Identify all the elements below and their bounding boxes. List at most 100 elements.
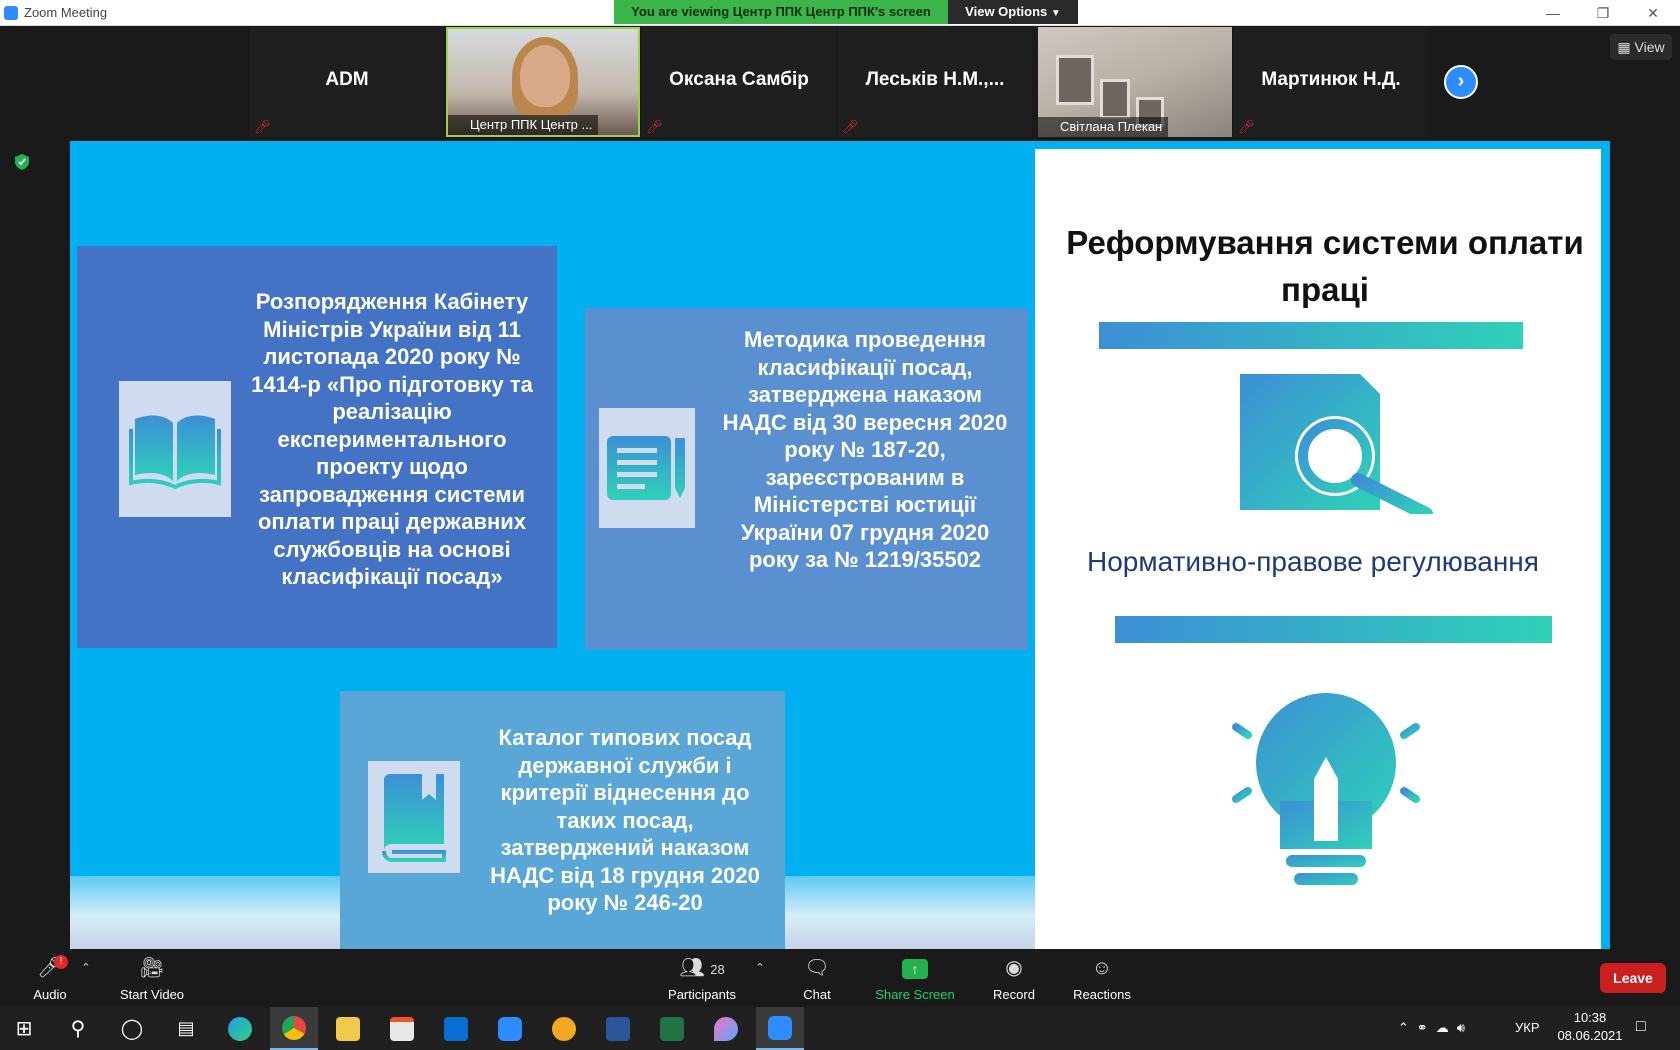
clock[interactable]: 10:38 08.06.2021 bbox=[1550, 1010, 1630, 1043]
share-screen-button[interactable]: ↑ Share Screen bbox=[872, 955, 958, 1002]
wall-frame bbox=[1100, 79, 1130, 119]
chevron-right-icon[interactable]: › bbox=[1444, 65, 1478, 99]
chrome-icon[interactable] bbox=[270, 1007, 318, 1050]
record-label: Record bbox=[993, 987, 1035, 1002]
participants-button[interactable]: 👥︎ 28 Participants bbox=[660, 955, 744, 1002]
slide-subtitle: Нормативно-правове регулювання bbox=[1087, 546, 1539, 577]
zoom-meeting-icon[interactable] bbox=[756, 1007, 804, 1050]
start-video-label: Start Video bbox=[119, 987, 185, 1002]
share-screen-label: Share Screen bbox=[875, 987, 955, 1002]
clock-time: 10:38 bbox=[1573, 1010, 1607, 1025]
participant-name: ADM bbox=[325, 69, 369, 90]
slide-box-text: Каталог типових посад державної служби і… bbox=[490, 725, 760, 915]
participant-tile[interactable]: Мартинюк Н.Д. 🎤︎ bbox=[1234, 27, 1428, 137]
document-edit-icon bbox=[599, 408, 695, 528]
audio-options-caret[interactable]: ⌃ bbox=[76, 955, 96, 981]
slide-box-text: Розпорядження Кабінету Міністрів України… bbox=[251, 289, 533, 589]
slide-box-text: Методика проведення класифікації посад, … bbox=[722, 327, 1008, 572]
chat-button[interactable]: 🗨︎ Chat bbox=[792, 955, 842, 1002]
restore-button[interactable]: ❐ bbox=[1580, 2, 1626, 24]
lightbulb-pencil-icon bbox=[1228, 693, 1424, 885]
view-options-label: View Options bbox=[965, 4, 1048, 19]
participants-icon: 👥︎ 28 bbox=[679, 957, 725, 979]
mail-icon[interactable] bbox=[432, 1007, 480, 1050]
edge-icon[interactable] bbox=[216, 1007, 264, 1050]
participants-label: Participants bbox=[668, 987, 736, 1002]
participant-name: Леськів Н.М.,... bbox=[865, 69, 1005, 90]
chevron-up-icon: ⌃ bbox=[81, 962, 91, 974]
grid-icon: ▦ bbox=[1617, 39, 1631, 55]
minimize-button[interactable]: — bbox=[1530, 2, 1576, 24]
viewing-banner: You are viewing Центр ППК Центр ППК's sc… bbox=[614, 0, 948, 24]
shield-icon[interactable] bbox=[14, 153, 30, 171]
audio-warning-badge: ! bbox=[54, 955, 68, 969]
participant-tile[interactable]: ADM 🎤︎ bbox=[250, 27, 444, 137]
start-button[interactable]: ⊞ bbox=[0, 1007, 48, 1050]
participant-name: Мартинюк Н.Д. bbox=[1261, 69, 1401, 90]
close-button[interactable]: ✕ bbox=[1630, 2, 1676, 24]
view-button[interactable]: ▦ View bbox=[1610, 34, 1672, 60]
book-icon bbox=[119, 381, 231, 517]
decorative-bar bbox=[1115, 616, 1552, 643]
excel-icon[interactable] bbox=[648, 1007, 696, 1050]
view-label: View bbox=[1634, 39, 1665, 55]
document-search-icon bbox=[1240, 374, 1433, 514]
file-explorer-icon[interactable] bbox=[324, 1007, 372, 1050]
start-video-button[interactable]: 🎥︎ Start Video bbox=[112, 955, 192, 1002]
language-indicator[interactable]: УКР bbox=[1515, 1020, 1540, 1035]
mic-muted-icon: 🎤︎ bbox=[1238, 119, 1255, 134]
shared-screen: Розпорядження Кабінету Міністрів України… bbox=[70, 141, 1610, 949]
record-icon: ◉ bbox=[1005, 957, 1023, 979]
participants-count: 28 bbox=[710, 962, 725, 977]
participant-tile[interactable]: Леськів Н.М.,... 🎤︎ bbox=[838, 27, 1032, 137]
mic-muted-icon: 🎤︎ bbox=[646, 119, 663, 134]
participant-caption: Світлана Плекан bbox=[1038, 117, 1169, 137]
zoom-app-icon bbox=[4, 6, 18, 20]
bookmark-book-icon bbox=[368, 761, 460, 873]
word-icon[interactable] bbox=[594, 1007, 642, 1050]
leave-button[interactable]: Leave bbox=[1600, 963, 1666, 993]
reactions-icon: ☺ bbox=[1091, 957, 1113, 979]
store-icon[interactable] bbox=[378, 1007, 426, 1050]
app-icon[interactable] bbox=[540, 1007, 588, 1050]
slide-box-catalog: Каталог типових посад державної служби і… bbox=[340, 691, 785, 949]
slide-box-methodology: Методика проведення класифікації посад, … bbox=[585, 308, 1028, 650]
participant-caption: Центр ППК Центр ... bbox=[448, 115, 599, 135]
participant-face bbox=[520, 45, 570, 107]
decorative-bar bbox=[1099, 322, 1523, 349]
participants-options-caret[interactable]: ⌃ bbox=[750, 955, 770, 981]
audio-label: Audio bbox=[33, 987, 67, 1002]
participant-tile-video[interactable]: Світлана Плекан bbox=[1038, 27, 1232, 137]
paint-icon[interactable] bbox=[702, 1007, 750, 1050]
chat-icon: 🗨︎ bbox=[804, 957, 830, 979]
mic-muted-icon: 🎤︎ bbox=[842, 119, 859, 134]
windows-logo-icon: ⊞ bbox=[15, 1018, 33, 1040]
slide-box-resolution: Розпорядження Кабінету Міністрів України… bbox=[77, 246, 557, 648]
chevron-up-icon: ⌃ bbox=[755, 962, 765, 974]
notifications-icon[interactable]: □ bbox=[1636, 1018, 1646, 1036]
participant-tile[interactable]: Оксана Самбір 🎤︎ bbox=[642, 27, 836, 137]
mic-muted-icon: 🎤︎ bbox=[254, 119, 271, 134]
zoom-icon[interactable] bbox=[486, 1007, 534, 1050]
slide-right-panel: Реформування системи оплати праці Нормат… bbox=[1035, 149, 1601, 949]
reactions-button[interactable]: ☺ Reactions bbox=[1070, 955, 1134, 1002]
video-off-icon: 🎥︎ bbox=[139, 957, 165, 979]
reactions-label: Reactions bbox=[1073, 987, 1131, 1002]
meeting-toolbar: 🎤︎ ! Audio ⌃ 🎥︎ Start Video 👥︎ 28 Partic… bbox=[0, 949, 1680, 1007]
task-view-icon[interactable]: ▤ bbox=[162, 1007, 210, 1050]
participant-tile-video[interactable]: Центр ППК Центр ... bbox=[446, 27, 640, 137]
cortana-icon[interactable]: ◯ bbox=[108, 1007, 156, 1050]
window-title: Zoom Meeting bbox=[24, 5, 108, 20]
slide-title: Реформування системи оплати праці bbox=[1066, 224, 1584, 308]
wall-frame bbox=[1056, 55, 1094, 105]
search-icon[interactable]: ⚲ bbox=[54, 1007, 102, 1050]
share-screen-icon: ↑ bbox=[872, 955, 958, 981]
chevron-down-icon: ▼ bbox=[1050, 8, 1061, 19]
audio-button[interactable]: 🎤︎ ! Audio bbox=[28, 955, 72, 1002]
view-options-button[interactable]: View Options ▼ bbox=[948, 0, 1078, 24]
record-button[interactable]: ◉ Record bbox=[984, 955, 1044, 1002]
system-tray-icons[interactable]: ⌃⚭☁🔊︎ bbox=[1398, 1020, 1473, 1036]
participant-name: Оксана Самбір bbox=[669, 69, 809, 90]
chat-label: Chat bbox=[803, 987, 831, 1002]
clock-date: 08.06.2021 bbox=[1557, 1028, 1623, 1043]
